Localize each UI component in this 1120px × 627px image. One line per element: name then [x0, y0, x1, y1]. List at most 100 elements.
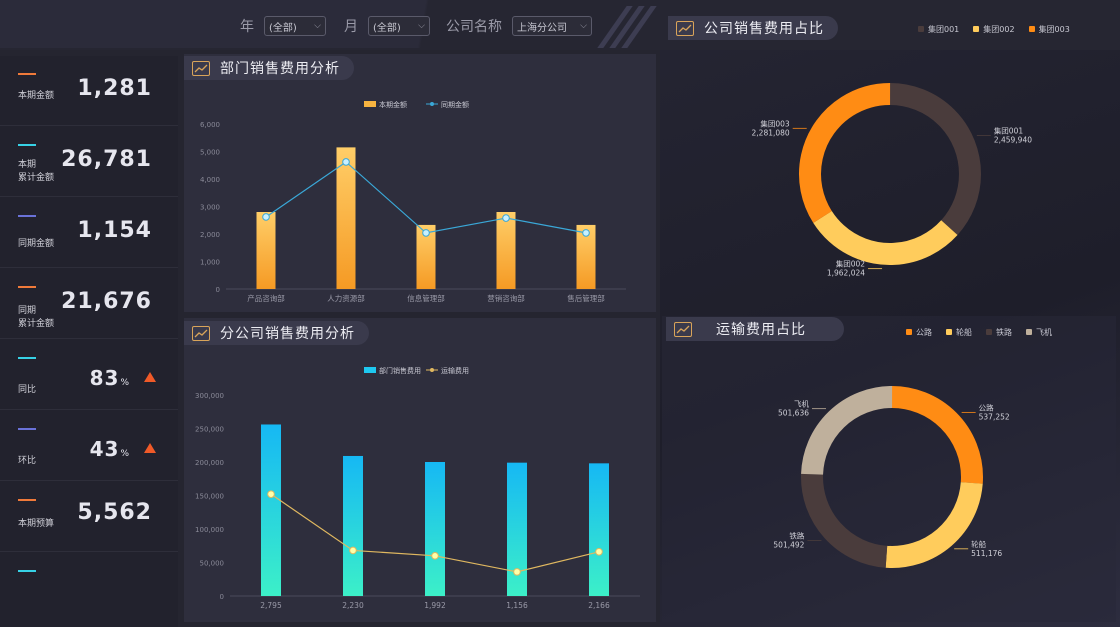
- line-point: [595, 547, 603, 556]
- legend-swatch: [946, 329, 952, 335]
- x-tick-label: 产品咨询部: [247, 293, 285, 303]
- slice-value: 2,459,940: [994, 135, 1032, 144]
- line-point: [431, 552, 439, 560]
- legend-label: 同期金额: [441, 100, 469, 109]
- legend-swatch: [918, 26, 924, 32]
- kpi-value: 1,281: [77, 76, 152, 101]
- legend-swatch: [973, 26, 980, 32]
- kpi-label: 本期 累计金额: [18, 160, 55, 183]
- kpi-value: 1,154: [77, 218, 152, 243]
- legend-swatch: [1028, 26, 1035, 32]
- legend-swatch: [986, 329, 992, 335]
- up-arrow-icon: [144, 443, 156, 453]
- y-tick-label: 5,000: [200, 149, 220, 157]
- kpi-label: 本期金额: [18, 91, 55, 101]
- legend-label: 本期金额: [379, 100, 407, 109]
- y-tick-label: 2,000: [200, 231, 220, 239]
- y-tick-label: 0: [216, 286, 220, 294]
- year-select[interactable]: (全部) ⌵: [264, 16, 326, 36]
- line-point: [513, 568, 521, 576]
- y-tick-label: 250,000: [195, 426, 224, 434]
- bar: [256, 212, 276, 289]
- legend-label: 飞机: [1036, 328, 1052, 337]
- legend-item: 集团001: [918, 24, 959, 35]
- transport-panel-title: 运输费用占比: [666, 317, 844, 341]
- line-point: [502, 214, 510, 222]
- slice-label: 集团002: [836, 259, 866, 269]
- legend-item: 集团002: [973, 24, 1015, 35]
- x-tick-label: 营销咨询部: [487, 293, 525, 303]
- kpi-label: 环比: [18, 456, 37, 466]
- y-tick-label: 300,000: [195, 392, 224, 400]
- kpi-accent-bar: [18, 286, 36, 288]
- bar: [425, 462, 445, 596]
- company-select[interactable]: 上海分公司 ⌵: [512, 16, 592, 36]
- legend-label: 集团001: [928, 25, 960, 34]
- slice-label: 集团001: [994, 125, 1024, 135]
- line-chart-icon: [676, 20, 694, 36]
- chevron-down-icon: ⌵: [314, 21, 321, 31]
- kpi-value: 26,781: [61, 147, 152, 172]
- line-chart-icon: [674, 321, 692, 337]
- legend-label: 运输费用: [441, 366, 469, 375]
- kpi-value: 5,562: [77, 500, 152, 525]
- kpi-accent-bar: [18, 215, 36, 217]
- kpi-value: 43%: [89, 437, 130, 461]
- legend-item: 飞机: [1026, 327, 1052, 338]
- bar: [589, 463, 609, 596]
- kpi-current-cumulative: 本期 累计金额 26,781: [0, 127, 178, 197]
- line-point: [582, 229, 590, 237]
- branch-chart: 0 50,000 100,000 150,000 200,000 250,000 300,0…: [195, 366, 640, 610]
- legend-swatch: [364, 367, 376, 373]
- year-label: 年: [240, 19, 254, 35]
- slice-label: 集团003: [760, 118, 790, 128]
- slice-label: 铁路: [789, 531, 804, 541]
- chevron-down-icon: ⌵: [580, 21, 587, 31]
- y-tick-label: 150,000: [195, 493, 224, 501]
- legend-label: 铁路: [996, 328, 1012, 337]
- kpi-label: 本期预算: [18, 519, 55, 529]
- x-tick-label: 2,795: [260, 601, 282, 610]
- company-legend: 集团001 集团002 集团003: [918, 24, 1070, 35]
- line-point: [267, 490, 275, 498]
- company-panel-title: 公司销售费用占比: [668, 16, 838, 40]
- branch-panel-title: 分公司销售费用分析: [184, 321, 369, 345]
- bar: [507, 462, 527, 596]
- y-tick-label: 4,000: [200, 176, 220, 184]
- kpi-label: 同期 累计金额: [18, 306, 55, 329]
- bar: [343, 455, 363, 596]
- kpi-yoy: 同比 83%: [0, 340, 178, 410]
- slice-value: 2,281,080: [752, 128, 790, 137]
- kpi-current-amount: 本期金额 1,281: [0, 56, 178, 126]
- slice-value: 1,962,024: [827, 269, 865, 278]
- line-point: [422, 229, 430, 237]
- month-select-value: (全部): [373, 22, 401, 34]
- x-tick-label: 1,992: [424, 601, 446, 610]
- kpi-extra: [0, 553, 178, 623]
- x-tick-label: 1,156: [506, 601, 528, 610]
- kpi-prior-cumulative: 同期 累计金额 21,676: [0, 269, 178, 339]
- transport-legend: 公路 轮船 铁路 飞机: [906, 327, 1052, 338]
- legend-label: 公路: [916, 328, 932, 337]
- year-select-value: (全部): [269, 22, 297, 34]
- y-tick-label: 200,000: [195, 459, 224, 467]
- y-tick-label: 0: [220, 593, 224, 601]
- month-select[interactable]: (全部) ⌵: [368, 16, 430, 36]
- kpi-label: 同期金额: [18, 239, 55, 249]
- kpi-budget: 本期预算 5,562: [0, 482, 178, 552]
- kpi-accent-bar: [18, 357, 36, 359]
- dept-panel: 部门销售费用分析 0 1,000 2,000 3,000 4,000 5,000 6,000…: [184, 54, 656, 312]
- legend-item: 轮船: [946, 327, 972, 338]
- slice-value: 501,636: [778, 409, 809, 418]
- legend-swatch: [1026, 329, 1032, 335]
- kpi-column: 本期金额 1,281 本期 累计金额 26,781 同期金额 1,154 同期 累计…: [0, 56, 178, 627]
- kpi-prior-amount: 同期金额 1,154: [0, 198, 178, 268]
- y-tick-label: 6,000: [200, 121, 220, 129]
- legend-item: 公路: [906, 327, 932, 338]
- y-tick-label: 1,000: [200, 259, 220, 267]
- company-label: 公司名称: [446, 19, 502, 35]
- x-tick-label: 人力资源部: [327, 293, 365, 303]
- legend-label: 集团003: [1038, 25, 1070, 34]
- month-label: 月: [344, 19, 358, 35]
- legend-item: 铁路: [986, 327, 1012, 338]
